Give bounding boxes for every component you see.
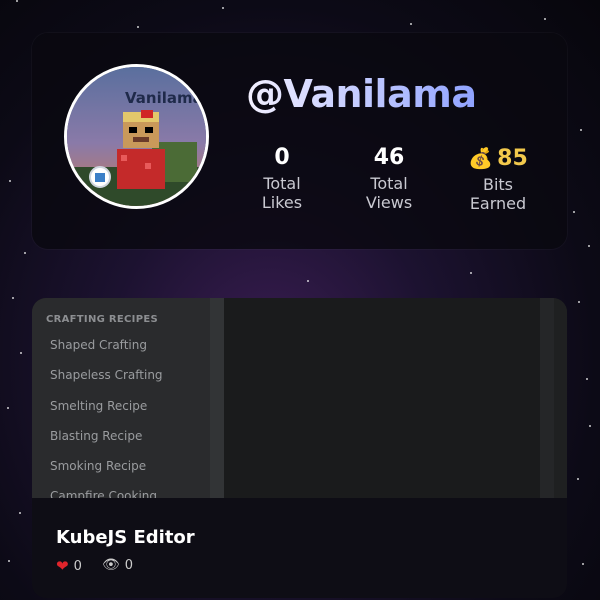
bits-value: 85 — [497, 146, 528, 171]
likes-value: 0 — [73, 558, 82, 574]
stat-value: 0 — [274, 145, 290, 170]
views-value: 0 — [124, 557, 134, 573]
views-count: 👁 0 — [102, 557, 133, 573]
sidebar-item: Shapeless Crafting — [50, 368, 163, 382]
stat-label-line1: Total — [370, 174, 408, 193]
sidebar-item: Shaped Crafting — [50, 338, 147, 352]
preview-edge — [554, 298, 567, 498]
preview-sidebar: CRAFTING RECIPES Shaped Crafting Shapele… — [32, 298, 210, 498]
sidebar-item: Smelting Recipe — [50, 399, 148, 413]
stat-value: 46 — [373, 145, 405, 170]
stat-total-likes: 0 Total Likes — [232, 145, 332, 212]
sidebar-item: Campfire Cooking — [50, 489, 158, 498]
sidebar-item: Blasting Recipe — [50, 429, 143, 443]
avatar[interactable]: Vanilama — [64, 64, 209, 209]
project-title[interactable]: KubeJS Editor — [56, 527, 195, 548]
avatar-image — [67, 67, 206, 206]
sidebar-heading: CRAFTING RECIPES — [46, 314, 158, 325]
stat-label-line2: Views — [365, 193, 413, 212]
username: @Vanilama — [246, 72, 477, 116]
avatar-watermark-text: Vanilama — [125, 89, 203, 107]
money-bag-icon: 💰 — [468, 146, 494, 170]
stat-bits-earned: 💰 85 Bits Earned — [448, 145, 548, 213]
project-card[interactable]: CRAFTING RECIPES Shaped Crafting Shapele… — [32, 298, 567, 598]
stat-label-line1: Total — [263, 174, 301, 193]
stat-total-views: 46 Total Views — [339, 145, 439, 212]
project-preview[interactable]: CRAFTING RECIPES Shaped Crafting Shapele… — [32, 298, 567, 498]
eye-icon: 👁 — [102, 557, 120, 573]
stat-label-line1: Bits — [482, 175, 514, 194]
preview-divider — [210, 298, 224, 498]
stat-value-row: 💰 85 — [448, 145, 548, 172]
stat-label-line2: Earned — [469, 194, 527, 213]
heart-icon: ❤ — [56, 557, 69, 575]
preview-main-pane — [224, 298, 540, 498]
sidebar-item: Smoking Recipe — [50, 459, 147, 473]
preview-gutter — [540, 298, 554, 498]
stat-label-line2: Likes — [261, 193, 303, 212]
likes-count: ❤ 0 — [56, 557, 82, 575]
